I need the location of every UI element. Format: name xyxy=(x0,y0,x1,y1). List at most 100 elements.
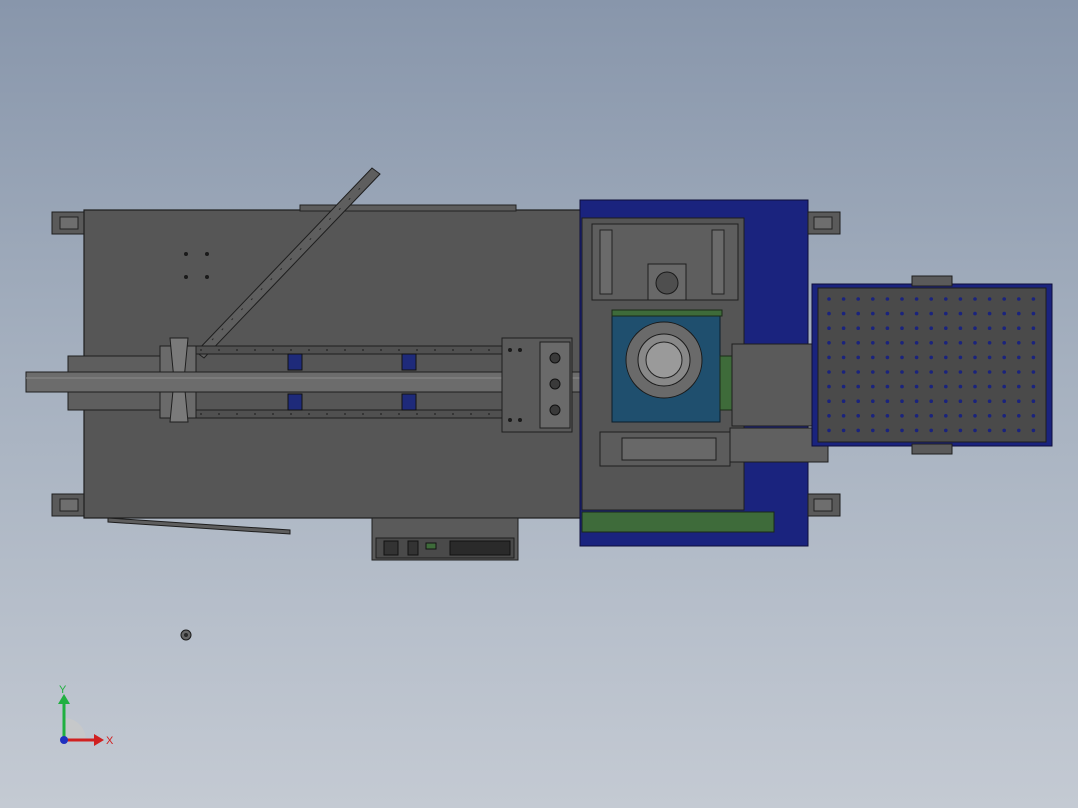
coordinate-triad: Y X xyxy=(58,684,114,747)
table-hole xyxy=(1031,370,1036,374)
table-hole xyxy=(1017,355,1021,360)
table-hole xyxy=(987,355,992,360)
table-hole xyxy=(827,370,831,374)
table-hole xyxy=(856,370,860,374)
table-hole xyxy=(900,297,904,301)
table-hole xyxy=(987,297,992,301)
table-hole xyxy=(1031,341,1036,345)
table-hole xyxy=(1017,311,1021,316)
table-hole xyxy=(1002,326,1006,331)
bottom-strip xyxy=(107,517,291,535)
table-hole xyxy=(900,355,904,360)
table-hole xyxy=(958,414,963,418)
table-hole xyxy=(929,311,933,316)
linear-rail-upper xyxy=(194,345,506,355)
table-hole xyxy=(885,297,890,301)
table-hole xyxy=(841,355,846,360)
table-hole xyxy=(958,399,963,404)
table-hole xyxy=(1031,326,1036,331)
table-hole xyxy=(841,414,846,418)
table-hole xyxy=(987,370,992,374)
table-hole xyxy=(871,341,875,345)
table-hole xyxy=(973,355,977,360)
table-hole xyxy=(1031,428,1036,433)
table-hole xyxy=(929,355,933,360)
table-hole xyxy=(827,326,831,331)
table-hole xyxy=(900,399,904,404)
table-hole xyxy=(973,370,977,374)
table-hole xyxy=(841,384,846,389)
cad-graphics-viewport[interactable]: Y X xyxy=(0,0,1078,808)
table-hole xyxy=(1017,370,1021,374)
table-hole xyxy=(944,384,948,389)
table-hole xyxy=(1002,297,1006,301)
table-hole xyxy=(856,355,860,360)
table-hole xyxy=(871,355,875,360)
table-hole xyxy=(1017,414,1021,418)
table-hole xyxy=(841,428,846,433)
table-hole xyxy=(958,297,963,301)
table-hole xyxy=(871,414,875,418)
table-hole xyxy=(827,311,831,316)
table-hole xyxy=(973,297,977,301)
table-hole xyxy=(944,414,948,418)
green-rail-top xyxy=(611,309,723,317)
table-hole xyxy=(914,311,919,316)
table-hole xyxy=(900,384,904,389)
table-hole xyxy=(827,384,831,389)
table-hole xyxy=(1031,414,1036,418)
triad-rotation-arc xyxy=(64,718,86,740)
table-hole xyxy=(944,297,948,301)
table-hole xyxy=(914,414,919,418)
table-hole xyxy=(1031,355,1036,360)
table-hole xyxy=(973,341,977,345)
table-hole xyxy=(827,355,831,360)
green-base-bar xyxy=(581,511,775,533)
table-hole xyxy=(871,370,875,374)
table-hole xyxy=(944,428,948,433)
table-hole xyxy=(856,297,860,301)
table-hole xyxy=(914,341,919,345)
table-hole xyxy=(856,384,860,389)
cad-assembly-top-view[interactable] xyxy=(0,0,1078,808)
table-hole xyxy=(1017,341,1021,345)
table-hole xyxy=(973,414,977,418)
table-hole xyxy=(871,384,875,389)
table-hole xyxy=(914,355,919,360)
table-hole xyxy=(885,311,890,316)
table-hole xyxy=(856,326,860,331)
table-hole xyxy=(871,399,875,404)
table-hole xyxy=(841,341,846,345)
table-hole xyxy=(841,311,846,316)
table-hole xyxy=(929,428,933,433)
table-hole xyxy=(1002,341,1006,345)
table-hole xyxy=(900,428,904,433)
actuator-cylinder xyxy=(599,427,829,467)
table-hole xyxy=(856,311,860,316)
table-hole xyxy=(1017,384,1021,389)
table-hole xyxy=(827,414,831,418)
table-hole xyxy=(827,341,831,345)
z-axis-dot xyxy=(60,736,68,744)
table-hole xyxy=(1002,384,1006,389)
table-hole xyxy=(929,341,933,345)
perforated-table xyxy=(811,275,1053,455)
table-hole xyxy=(856,428,860,433)
table-hole xyxy=(987,341,992,345)
table-hole xyxy=(841,297,846,301)
table-hole xyxy=(900,341,904,345)
table-hole xyxy=(958,341,963,345)
table-hole xyxy=(885,355,890,360)
table-hole xyxy=(929,414,933,418)
table-hole xyxy=(944,399,948,404)
control-box xyxy=(371,517,519,561)
table-hole xyxy=(885,399,890,404)
table-hole xyxy=(885,370,890,374)
table-hole xyxy=(987,384,992,389)
table-hole xyxy=(827,428,831,433)
table-hole xyxy=(944,311,948,316)
table-hole xyxy=(1017,428,1021,433)
table-hole xyxy=(1002,355,1006,360)
table-hole xyxy=(958,355,963,360)
table-hole xyxy=(944,355,948,360)
